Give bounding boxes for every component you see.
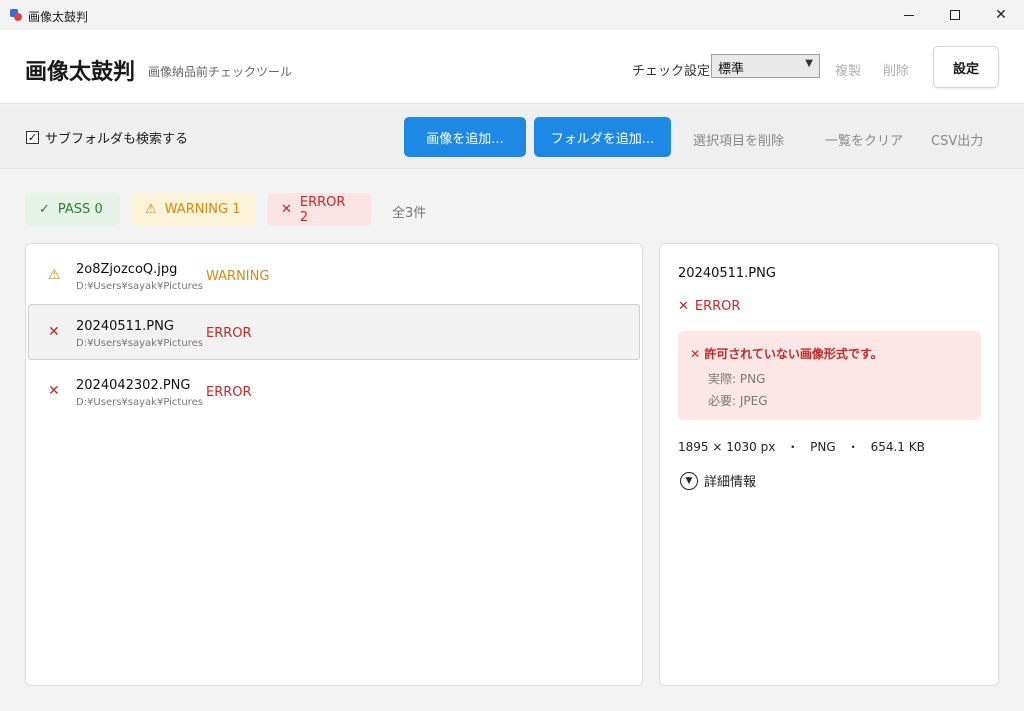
page-subtitle: 画像納品前チェックツール bbox=[148, 65, 293, 79]
file-name: 20240511.PNG bbox=[76, 319, 174, 334]
page-title: 画像太鼓判 bbox=[25, 60, 136, 85]
file-name: 2024042302.PNG bbox=[76, 378, 191, 393]
error-icon: ✕ bbox=[678, 299, 689, 314]
chevron-down-icon: ▼ bbox=[805, 58, 813, 69]
toolbar: ✓ サブフォルダも検索する 画像を追加... フォルダを追加... 選択項目を削… bbox=[0, 105, 1024, 169]
file-path: D:¥Users¥sayak¥Pictures bbox=[76, 338, 203, 349]
details-toggle[interactable]: ▼ 詳細情報 bbox=[680, 471, 756, 490]
close-icon: ✕ bbox=[995, 7, 1007, 23]
total-count: 全3件 bbox=[392, 206, 427, 221]
duplicate-button[interactable]: 複製 bbox=[835, 60, 861, 79]
minimize-icon bbox=[904, 14, 914, 16]
minimize-button[interactable] bbox=[886, 0, 932, 30]
status-badge: ERROR bbox=[206, 385, 252, 400]
add-folder-button[interactable]: フォルダを追加... bbox=[534, 117, 671, 157]
include-subfolders-option[interactable]: ✓ サブフォルダも検索する bbox=[26, 128, 188, 147]
title-bar: 画像太鼓判 ✕ bbox=[0, 0, 1024, 30]
error-icon: ✕ bbox=[48, 383, 60, 399]
remove-selected-button[interactable]: 選択項目を削除 bbox=[693, 130, 784, 149]
csv-export-button[interactable]: CSV出力 bbox=[931, 130, 983, 149]
app-header: 画像太鼓判 画像納品前チェックツール チェック設定: 標準 ▼ 複製 削除 設定 bbox=[0, 30, 1024, 104]
include-subfolders-checkbox[interactable]: ✓ bbox=[26, 131, 39, 144]
details-toggle-label: 詳細情報 bbox=[704, 475, 757, 490]
filter-pass-chip[interactable]: ✓ PASS 0 bbox=[25, 193, 120, 226]
file-list: ⚠ 2o8ZjozcoQ.jpg D:¥Users¥sayak¥Pictures… bbox=[25, 243, 643, 686]
check-setting-value: 標準 bbox=[718, 62, 745, 77]
check-setting-label: チェック設定: bbox=[632, 64, 715, 79]
detail-panel: 20240511.PNG ✕ ERROR ✕ 許可されていない画像形式です。 実際… bbox=[659, 243, 999, 686]
error-icon: ✕ bbox=[281, 202, 292, 217]
window-title: 画像太鼓判 bbox=[28, 10, 89, 24]
check-icon: ✓ bbox=[39, 202, 50, 217]
filter-error-label: ERROR 2 bbox=[299, 194, 346, 225]
status-badge: ERROR bbox=[206, 326, 252, 341]
file-path: D:¥Users¥sayak¥Pictures bbox=[76, 397, 203, 408]
detail-status-label: ERROR bbox=[694, 299, 741, 314]
include-subfolders-label: サブフォルダも検索する bbox=[45, 132, 189, 147]
maximize-button[interactable] bbox=[932, 0, 978, 30]
filter-error-chip[interactable]: ✕ ERROR 2 bbox=[267, 193, 371, 226]
error-message-title: ✕ 許可されていない画像形式です。 bbox=[690, 347, 883, 361]
detail-file-name: 20240511.PNG bbox=[678, 266, 776, 281]
checkmark-icon: ✓ bbox=[27, 131, 38, 144]
settings-button[interactable]: 設定 bbox=[933, 46, 999, 88]
error-actual-format: 実際: PNG bbox=[708, 372, 766, 386]
delete-button[interactable]: 削除 bbox=[883, 60, 909, 79]
image-metadata: 1895 × 1030 px ・ PNG ・ 654.1 KB bbox=[678, 440, 925, 454]
list-item[interactable]: ✕ 20240511.PNG D:¥Users¥sayak¥Pictures E… bbox=[28, 304, 640, 360]
add-image-button[interactable]: 画像を追加... bbox=[404, 117, 526, 157]
filter-pass-label: PASS 0 bbox=[57, 202, 103, 217]
file-path: D:¥Users¥sayak¥Pictures bbox=[76, 281, 203, 292]
list-item[interactable]: ✕ 2024042302.PNG D:¥Users¥sayak¥Pictures… bbox=[28, 363, 640, 419]
error-message-box: ✕ 許可されていない画像形式です。 実際: PNG 必要: JPEG bbox=[678, 331, 981, 420]
check-setting-select[interactable]: 標準 ▼ bbox=[711, 54, 820, 78]
close-button[interactable]: ✕ bbox=[978, 0, 1024, 30]
detail-status: ✕ ERROR bbox=[678, 299, 740, 314]
filter-warning-chip[interactable]: ⚠ WARNING 1 bbox=[131, 193, 256, 226]
warning-icon: ⚠ bbox=[145, 202, 157, 217]
filter-warning-label: WARNING 1 bbox=[164, 202, 241, 217]
app-icon bbox=[10, 9, 22, 21]
warning-icon: ⚠ bbox=[48, 267, 61, 283]
status-badge: WARNING bbox=[206, 269, 270, 284]
maximize-icon bbox=[950, 10, 960, 20]
clear-list-button[interactable]: 一覧をクリア bbox=[825, 130, 903, 149]
error-icon: ✕ bbox=[48, 324, 60, 340]
error-required-format: 必要: JPEG bbox=[708, 394, 768, 408]
file-name: 2o8ZjozcoQ.jpg bbox=[76, 262, 178, 277]
list-item[interactable]: ⚠ 2o8ZjozcoQ.jpg D:¥Users¥sayak¥Pictures… bbox=[28, 247, 640, 303]
chevron-down-icon: ▼ bbox=[680, 471, 698, 490]
